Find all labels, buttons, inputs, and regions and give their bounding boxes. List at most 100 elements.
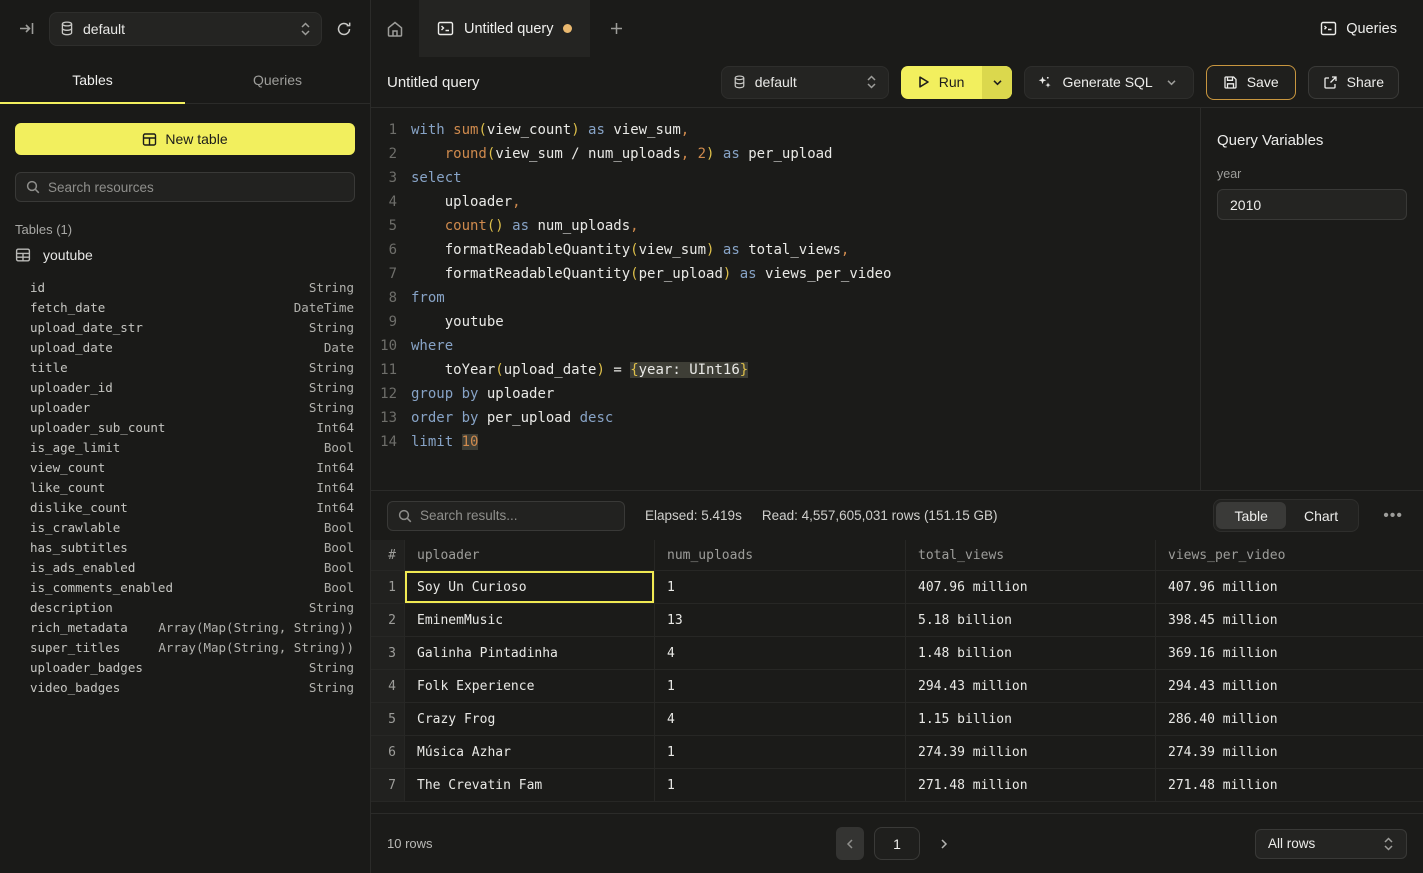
code-line: 10where [371,334,1200,358]
schema-column-row[interactable]: has_subtitlesBool [30,537,354,557]
results-more-menu-button[interactable]: ••• [1379,507,1407,525]
code-content: where [397,334,453,358]
schema-column-row[interactable]: upload_dateDate [30,337,354,357]
code-token: as [731,266,765,282]
table-cell[interactable]: Crazy Frog [405,703,655,735]
run-options-button[interactable] [982,66,1012,99]
chevron-updown-icon [1383,837,1394,851]
schema-column-row[interactable]: fetch_dateDateTime [30,297,354,317]
view-toggle-table[interactable]: Table [1216,502,1285,529]
table-cell[interactable]: 294.43 million [1156,670,1423,702]
schema-column-row[interactable]: upload_date_strString [30,317,354,337]
table-cell[interactable]: 271.48 million [906,769,1156,801]
schema-column-row[interactable]: dislike_countInt64 [30,497,354,517]
table-header-cell[interactable]: num_uploads [655,540,906,570]
page-size-selector[interactable]: All rows [1255,829,1407,859]
table-cell[interactable]: Soy Un Curioso [405,571,655,603]
table-cell[interactable]: 369.16 million [1156,637,1423,669]
table-cell[interactable]: 1.48 billion [906,637,1156,669]
new-tab-button[interactable] [590,0,642,57]
sidebar-search-input[interactable] [48,180,344,195]
table-header-cell[interactable]: total_views [906,540,1156,570]
chevron-down-icon[interactable] [1163,77,1181,88]
queries-button-label: Queries [1346,21,1397,37]
editor-tabstrip: Untitled query Queries [371,0,1423,57]
schema-column-row[interactable]: uploaderString [30,397,354,417]
table-cell[interactable]: 13 [655,604,906,636]
table-cell[interactable]: 271.48 million [1156,769,1423,801]
save-button[interactable]: Save [1206,65,1296,100]
code-token: as [714,242,748,258]
table-cell[interactable]: 1 [655,670,906,702]
schema-column-row[interactable]: titleString [30,357,354,377]
sidebar-table-item-youtube[interactable]: youtube [15,247,355,263]
schema-column-row[interactable]: like_countInt64 [30,477,354,497]
schema-column-row[interactable]: uploader_badgesString [30,657,354,677]
table-cell[interactable]: 274.39 million [1156,736,1423,768]
table-cell[interactable]: 286.40 million [1156,703,1423,735]
schema-column-row[interactable]: uploader_idString [30,377,354,397]
schema-column-row[interactable]: is_comments_enabledBool [30,577,354,597]
table-cell[interactable]: 4 [655,637,906,669]
new-table-button[interactable]: New table [15,123,355,155]
schema-column-row[interactable]: is_crawlableBool [30,517,354,537]
schema-column-row[interactable]: descriptionString [30,597,354,617]
generate-sql-button[interactable]: Generate SQL [1024,66,1193,99]
table-cell[interactable]: Folk Experience [405,670,655,702]
line-number: 1 [371,118,397,142]
table-header-cell[interactable]: # [371,540,405,570]
run-button[interactable]: Run [901,66,1013,99]
schema-column-row[interactable]: idString [30,277,354,297]
queries-panel-button[interactable]: Queries [1294,0,1423,57]
table-cell[interactable]: The Crevatin Fam [405,769,655,801]
sidebar-database-selector[interactable]: default [49,12,322,46]
refresh-button[interactable] [332,17,356,41]
table-cell[interactable]: EminemMusic [405,604,655,636]
sidebar-tab-tables[interactable]: Tables [0,57,185,103]
run-button-main[interactable]: Run [901,66,983,99]
schema-column-type: String [309,360,354,375]
table-cell[interactable]: 1.15 billion [906,703,1156,735]
home-button[interactable] [371,0,419,57]
table-cell[interactable]: 274.39 million [906,736,1156,768]
sidebar-database-selector-value: default [83,21,291,37]
table-cell[interactable]: 1 [655,571,906,603]
schema-column-row[interactable]: is_age_limitBool [30,437,354,457]
variable-input-year[interactable] [1217,189,1407,220]
table-header-cell[interactable]: views_per_video [1156,540,1423,570]
table-cell[interactable]: 294.43 million [906,670,1156,702]
schema-column-row[interactable]: rich_metadataArray(Map(String, String)) [30,617,354,637]
table-header-cell[interactable]: uploader [405,540,655,570]
table-cell[interactable]: 407.96 million [906,571,1156,603]
tab-untitled-query[interactable]: Untitled query [419,0,590,57]
table-cell[interactable]: 4 [655,703,906,735]
table-cell[interactable]: 1 [655,769,906,801]
table-cell[interactable]: 407.96 million [1156,571,1423,603]
table-cell[interactable]: Música Azhar [405,736,655,768]
toolbar-database-selector[interactable]: default [721,66,889,99]
schema-column-row[interactable]: view_countInt64 [30,457,354,477]
view-toggle-chart[interactable]: Chart [1286,502,1356,529]
table-cell[interactable]: 398.45 million [1156,604,1423,636]
sql-console-app: default Tables Queries New table [0,0,1423,873]
sidebar-tab-queries[interactable]: Queries [185,57,370,103]
table-cell[interactable]: 1 [655,736,906,768]
database-icon [60,21,74,36]
schema-column-row[interactable]: uploader_sub_countInt64 [30,417,354,437]
code-line: 4 uploader, [371,190,1200,214]
table-cell[interactable]: Galinha Pintadinha [405,637,655,669]
schema-column-row[interactable]: is_ads_enabledBool [30,557,354,577]
results-search-input[interactable] [420,508,614,523]
share-button[interactable]: Share [1308,66,1399,99]
collapse-sidebar-button[interactable] [14,16,39,41]
next-page-button[interactable] [930,827,958,860]
schema-column-row[interactable]: super_titlesArray(Map(String, String)) [30,637,354,657]
prev-page-button[interactable] [836,827,864,860]
table-row: 1Soy Un Curioso1407.96 million407.96 mil… [371,571,1423,604]
row-number-cell: 3 [371,637,405,669]
sql-editor[interactable]: 1with sum(view_count) as view_sum,2 roun… [371,108,1201,490]
table-cell[interactable]: 5.18 billion [906,604,1156,636]
code-token: , [681,146,689,162]
current-page-indicator[interactable]: 1 [874,827,920,860]
schema-column-row[interactable]: video_badgesString [30,677,354,697]
